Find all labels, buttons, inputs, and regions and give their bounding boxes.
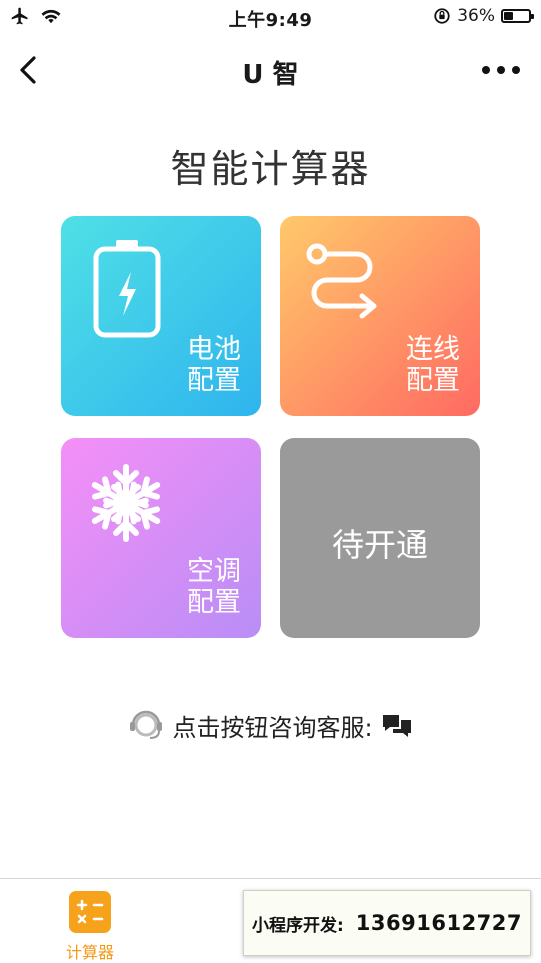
tile-label-line1: 电池 [187,334,241,365]
pending-label: 待开通 [331,526,428,564]
status-right: 36% [433,6,534,26]
status-bar: 上午9:49 36% [0,0,541,36]
battery-percent: 36% [457,6,495,26]
customer-service-text: 点击按钮咨询客服: [172,714,373,742]
snowflake-icon [91,464,161,542]
battery-icon [501,9,534,23]
customer-service-button[interactable]: 点击按钮咨询客服: [0,708,541,743]
battery-charge-icon [93,240,161,338]
battery-config-tile[interactable]: 电池 配置 [61,216,261,416]
more-dots-icon [482,66,520,74]
tile-label-line1: 空调 [187,556,241,587]
tab-calculator[interactable]: 计算器 [0,879,180,962]
tile-label-line2: 配置 [406,365,460,396]
ac-config-tile[interactable]: 空调 配置 [61,438,261,638]
tile-label-line2: 配置 [187,587,241,618]
pending-tile[interactable]: 待开通 [280,438,480,638]
tile-label-line2: 配置 [187,365,241,396]
page-title: 智能计算器 [170,147,371,191]
battery-fill [504,12,513,20]
promo-banner: 小程序开发: 13691612727 [243,890,531,956]
headset-icon [130,710,163,739]
ac-config-label: 空调 配置 [121,556,241,618]
battery-config-label: 电池 配置 [121,334,241,396]
tile-label-line1: 连线 [406,334,460,365]
tab-calculator-label: 计算器 [65,943,114,962]
wiring-config-tile[interactable]: 连线 配置 [280,216,480,416]
chat-bubbles-icon [382,714,411,737]
promo-phone: 13691612727 [355,911,523,935]
rotation-lock-icon [434,8,450,24]
nav-title: U 智 [242,60,299,90]
nav-bar: U 智 [0,40,541,102]
more-button[interactable] [481,56,521,84]
wiring-config-label: 连线 配置 [340,334,460,396]
calculator-icon [69,891,111,933]
wiring-route-icon [306,243,377,319]
promo-label: 小程序开发: [251,915,344,936]
